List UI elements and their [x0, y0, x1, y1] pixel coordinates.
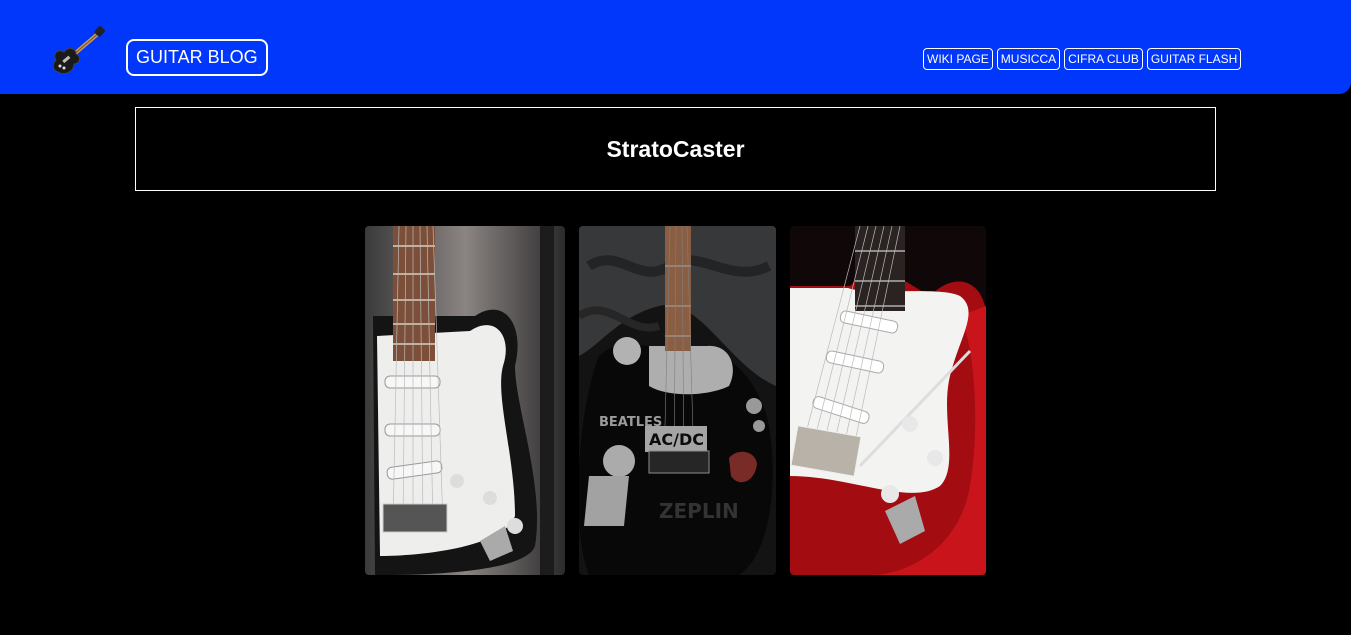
- nav-menu: WIKI PAGE MUSICCA CIFRA CLUB GUITAR FLAS…: [923, 48, 1242, 70]
- nav-link-musicca[interactable]: MUSICCA: [996, 48, 1061, 70]
- nav-link-cifra-club[interactable]: CIFRA CLUB: [1064, 48, 1143, 70]
- page-title: StratoCaster: [606, 135, 745, 162]
- nav-link-guitar-flash[interactable]: GUITAR FLASH: [1146, 48, 1242, 70]
- white-stratocaster-photo: [365, 226, 565, 575]
- nav-link-wiki-page[interactable]: WIKI PAGE: [923, 48, 993, 70]
- black-stickered-guitar-photo: BEATLES AC/DC ZEPLIN: [579, 226, 776, 575]
- title-box: StratoCaster: [135, 107, 1216, 191]
- red-stratocaster-photo: [790, 226, 986, 575]
- top-header: GUITAR BLOG WIKI PAGE MUSICCA CIFRA CLUB…: [0, 0, 1351, 94]
- guitar-blog-home-button[interactable]: GUITAR BLOG: [126, 39, 268, 76]
- electric-guitar-icon[interactable]: [50, 26, 106, 78]
